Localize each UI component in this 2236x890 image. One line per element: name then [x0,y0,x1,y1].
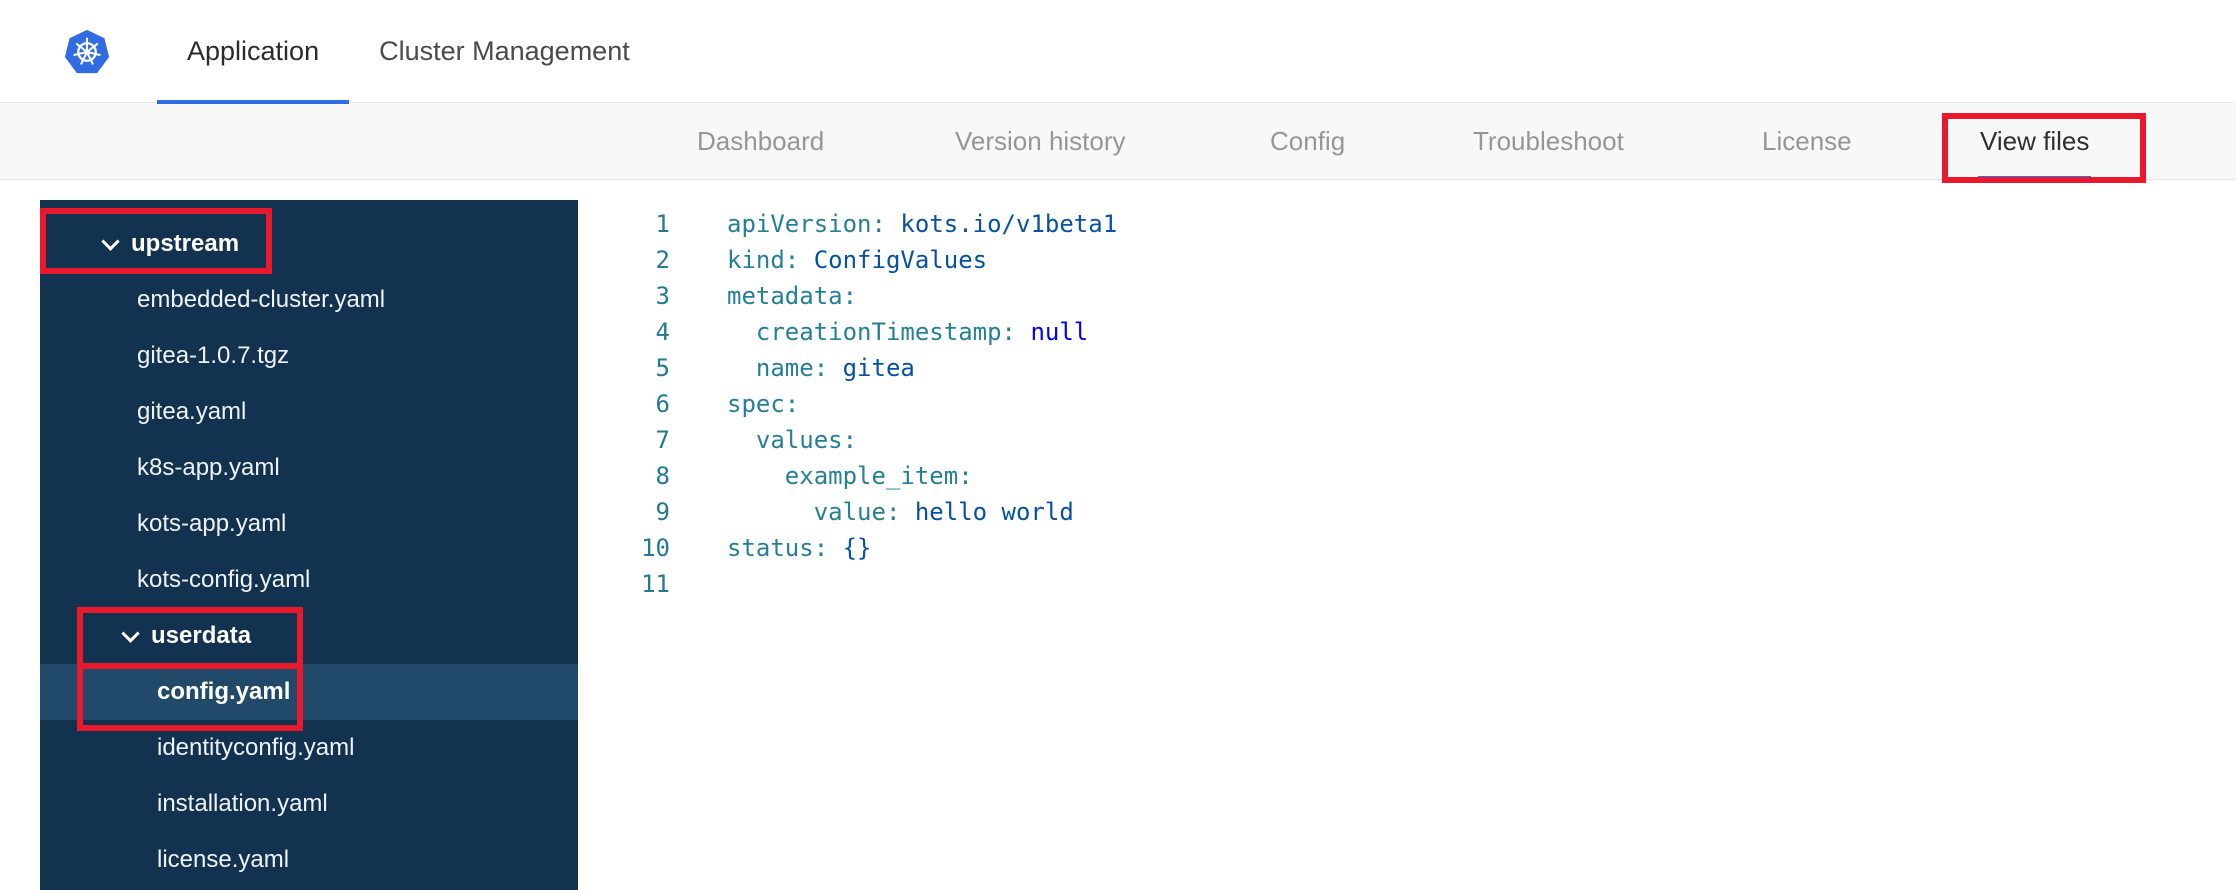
tree-file-gitea-1-0-7-tgz[interactable]: gitea-1.0.7.tgz [40,328,578,384]
line-number: 10 [641,534,670,562]
line-number: 2 [655,246,670,274]
code-line-8: 8 example_item: [578,458,2236,494]
line-number: 4 [655,318,670,346]
code-text: metadata: [727,278,857,314]
code-token: gitea [828,354,915,382]
code-text: example_item: [727,458,973,494]
nav-item-license[interactable]: License [1762,103,1852,180]
code-text: creationTimestamp: null [727,314,1088,350]
tree-file-k8s-app-yaml[interactable]: k8s-app.yaml [40,440,578,496]
code-line-6: 6 spec: [578,386,2236,422]
header-tabs: Application Cluster Management [157,0,660,104]
nav-item-troubleshoot[interactable]: Troubleshoot [1473,103,1624,180]
code-token: value: [813,498,901,526]
code-text: apiVersion: kots.io/v1beta1 [727,206,1117,242]
code-line-5: 5 name: gitea [578,350,2236,386]
header-tab-application[interactable]: Application [157,0,350,104]
code-line-9: 9 value: hello world [578,494,2236,530]
top-header: Application Cluster Management [0,0,2236,104]
code-token: {} [828,534,872,562]
file-tree: upstream embedded-cluster.yaml gitea-1.0.7… [40,216,578,888]
code-line-7: 7 values: [578,422,2236,458]
app-subnav: Dashboard Version history Config Troublesho… [0,103,2236,180]
tree-file-kots-app-yaml[interactable]: kots-app.yaml [40,496,578,552]
line-number: 5 [655,354,670,382]
tree-item-label: upstream [131,230,240,257]
editor-lines: 1 apiVersion: kots.io/v1beta1 2 kind: Confi… [578,206,2236,602]
tree-item-label: embedded-cluster.yaml [137,286,386,313]
header-tab-cluster-management[interactable]: Cluster Management [349,0,660,103]
code-token: name: [755,354,829,382]
tree-item-label: config.yaml [157,678,291,705]
code-text: kind: ConfigValues [727,242,987,278]
tree-file-gitea-yaml[interactable]: gitea.yaml [40,384,578,440]
tree-file-config-yaml[interactable]: config.yaml [40,664,578,720]
tree-item-label: gitea-1.0.7.tgz [137,342,290,369]
code-token: status: [727,534,829,562]
code-token: metadata: [727,282,858,310]
code-line-1: 1 apiVersion: kots.io/v1beta1 [578,206,2236,242]
code-token: kots.io/v1beta1 [885,210,1118,238]
code-line-4: 4 creationTimestamp: null [578,314,2236,350]
nav-item-version-history[interactable]: Version history [955,103,1126,180]
nav-item-config[interactable]: Config [1270,103,1345,180]
code-token: creationTimestamp: [755,318,1016,346]
tree-file-embedded-cluster-yaml[interactable]: embedded-cluster.yaml [40,272,578,328]
code-line-2: 2 kind: ConfigValues [578,242,2236,278]
tree-file-identityconfig-yaml[interactable]: identityconfig.yaml [40,720,578,776]
code-line-3: 3 metadata: [578,278,2236,314]
chevron-down-icon [121,623,140,643]
line-number: 7 [655,426,670,454]
code-token: example_item: [784,462,973,490]
code-token: hello world [900,498,1074,526]
code-text: values: [727,422,857,458]
tree-folder-upstream[interactable]: upstream [40,216,578,272]
code-text: spec: [727,386,799,422]
nav-item-view-files[interactable]: View files [1977,103,2092,180]
code-token: spec: [727,390,800,418]
tree-item-label: installation.yaml [157,790,328,817]
code-editor[interactable]: 1 apiVersion: kots.io/v1beta1 2 kind: Confi… [578,200,2236,890]
line-number: 11 [641,570,670,598]
code-line-10: 10 status: {} [578,530,2236,566]
nav-item-dashboard[interactable]: Dashboard [697,103,824,180]
code-token: apiVersion: [727,210,886,238]
kubernetes-logo-icon [64,29,110,74]
kubernetes-logo[interactable] [64,29,110,75]
line-number: 6 [655,390,670,418]
line-number: 3 [655,282,670,310]
tree-item-label: kots-app.yaml [137,510,287,537]
code-line-11: 11 [578,566,2236,602]
tree-file-license-yaml[interactable]: license.yaml [40,832,578,888]
tree-item-label: gitea.yaml [137,398,247,425]
tree-item-label: kots-config.yaml [137,566,311,593]
code-token: ConfigValues [799,246,988,274]
tree-file-installation-yaml[interactable]: installation.yaml [40,776,578,832]
code-token: kind: [727,246,800,274]
code-token: null [1016,318,1089,346]
line-number: 1 [655,210,670,238]
tree-item-label: license.yaml [157,846,290,873]
tree-item-label: k8s-app.yaml [137,454,280,481]
file-tree-panel: upstream embedded-cluster.yaml gitea-1.0.7… [40,200,578,890]
tree-file-kots-config-yaml[interactable]: kots-config.yaml [40,552,578,608]
chevron-down-icon [101,231,120,251]
line-number: 9 [655,498,670,526]
code-text: value: hello world [727,494,1074,530]
tree-item-label: userdata [151,622,252,649]
code-token: values: [755,426,858,454]
code-text: status: {} [727,530,872,566]
tree-folder-userdata[interactable]: userdata [40,608,578,664]
tree-item-label: identityconfig.yaml [157,734,355,761]
line-number: 8 [655,462,670,490]
code-text: name: gitea [727,350,915,386]
